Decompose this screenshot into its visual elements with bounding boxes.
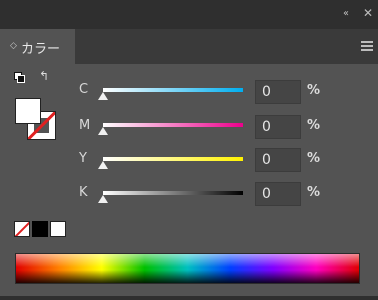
panel-bottom-edge <box>0 296 378 300</box>
channel-label-c: C <box>79 82 89 97</box>
fill-swatch[interactable] <box>15 98 41 124</box>
panel-tab-bar: ◇ カラー <box>0 29 378 65</box>
slider-track-c[interactable] <box>103 88 243 92</box>
slider-thumb-y[interactable] <box>98 161 108 169</box>
double-chevron-left-icon[interactable]: ‹‹ <box>343 8 349 19</box>
slider-thumb-k[interactable] <box>98 195 108 203</box>
hamburger-menu-icon[interactable] <box>361 41 373 51</box>
tab-color[interactable]: ◇ カラー <box>0 29 75 65</box>
slider-thumb-m[interactable] <box>98 127 108 135</box>
channel-label-m: M <box>79 118 91 133</box>
slider-track-m[interactable] <box>103 123 243 127</box>
expand-options-icon[interactable]: ◇ <box>10 41 17 51</box>
value-field-m[interactable]: 0 <box>255 115 301 139</box>
value-field-c[interactable]: 0 <box>255 80 301 104</box>
slider-track-k[interactable] <box>103 191 243 195</box>
swap-fill-stroke-icon[interactable]: ↰ <box>39 69 49 83</box>
unit-label-y: % <box>307 151 321 166</box>
channel-label-k: K <box>79 185 88 200</box>
color-panel: ‹‹ ✕ ◇ カラー ↰ C 0 % M 0 % Y 0 % K 0 % <box>0 0 378 300</box>
unit-label-m: % <box>307 118 321 133</box>
black-swatch[interactable] <box>32 221 48 237</box>
channel-label-y: Y <box>79 151 87 166</box>
slider-track-y[interactable] <box>103 157 243 161</box>
unit-label-c: % <box>307 83 321 98</box>
slider-thumb-c[interactable] <box>98 92 108 100</box>
color-spectrum-bar[interactable] <box>15 253 360 284</box>
default-fill-stroke-icon[interactable] <box>14 72 25 83</box>
none-swatch[interactable] <box>14 221 30 237</box>
value-field-y[interactable]: 0 <box>255 148 301 172</box>
value-field-k[interactable]: 0 <box>255 182 301 206</box>
unit-label-k: % <box>307 185 321 200</box>
panel-title-bar: ‹‹ ✕ <box>0 0 378 29</box>
white-swatch[interactable] <box>50 221 66 237</box>
close-icon[interactable]: ✕ <box>363 6 373 20</box>
tab-label: カラー <box>21 42 61 57</box>
